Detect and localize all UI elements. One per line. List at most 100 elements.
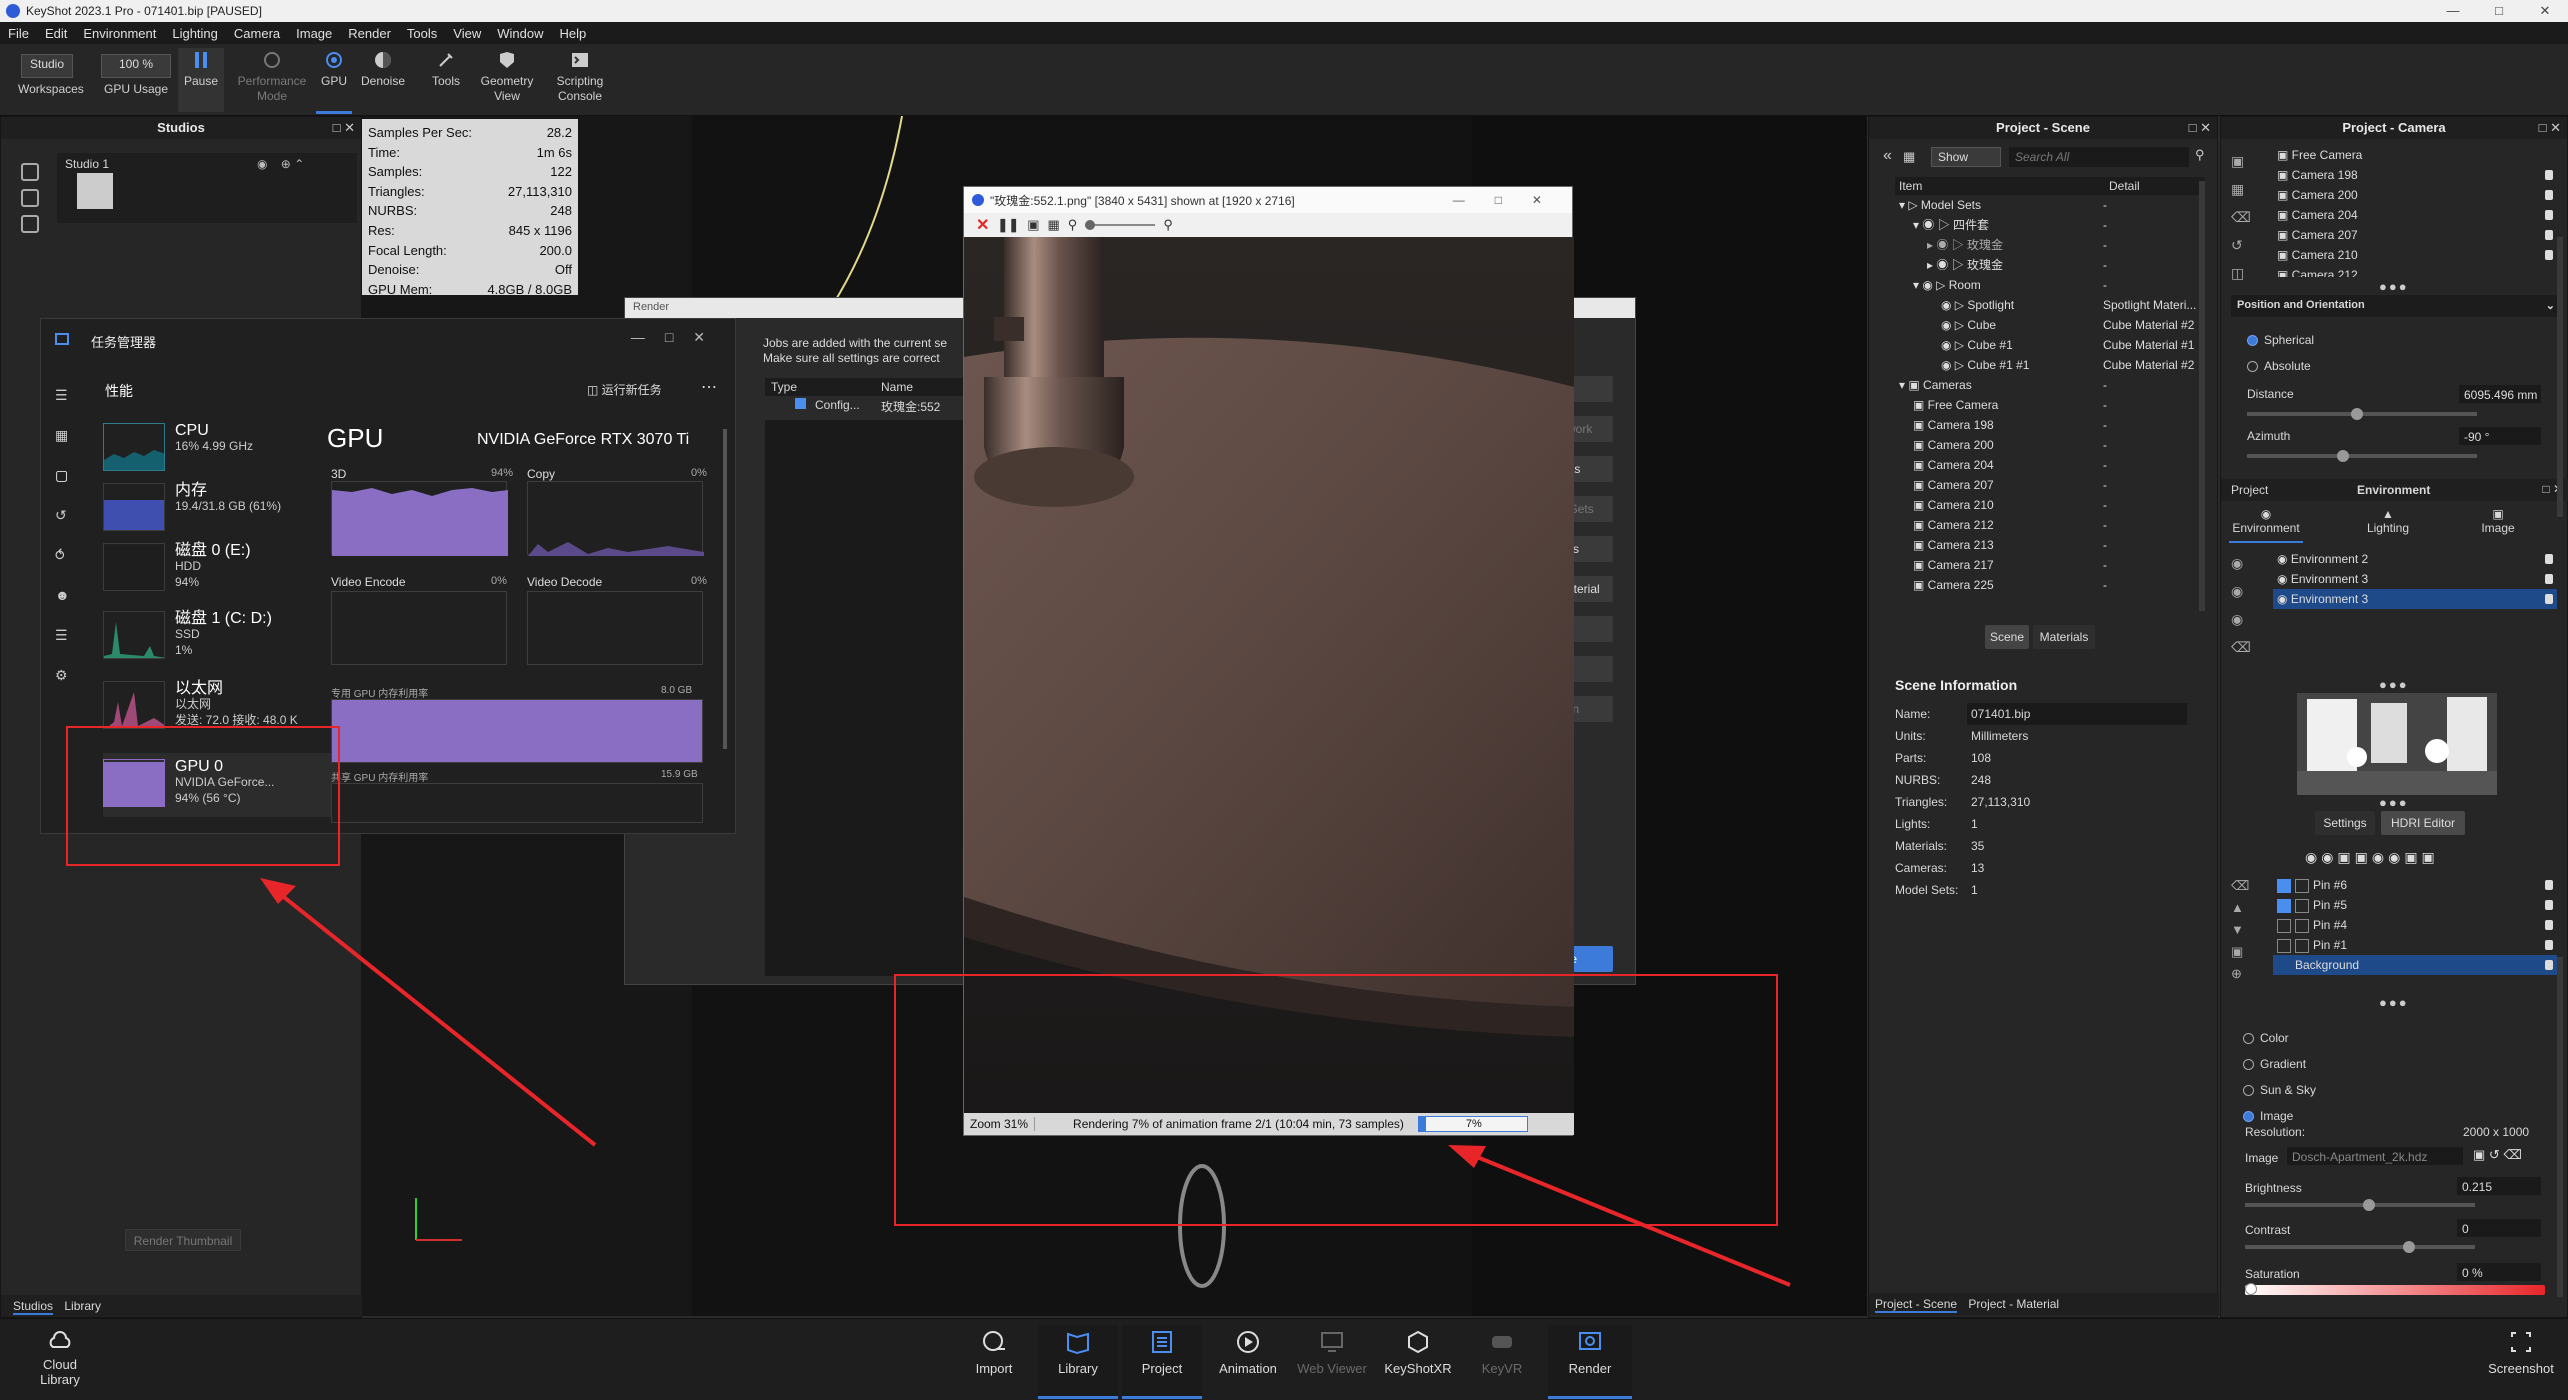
hierarchy-icon[interactable]: ▦ <box>1903 149 1915 165</box>
library-button[interactable]: Library <box>1038 1325 1118 1399</box>
env-scrollbar[interactable] <box>2557 957 2563 1297</box>
camera-item[interactable]: ▣ Camera 200 <box>2273 185 2557 205</box>
tree-row[interactable]: ◉ ▷ Cube #1 Cube Material #1 <box>1895 335 2205 355</box>
tree-row[interactable]: ◉ ▷ Cube #1 #1 Cube Material #2 <box>1895 355 2205 375</box>
delete-pin-icon[interactable]: ⌫ <box>2231 875 2251 897</box>
hdri-editor-tab[interactable]: HDRI Editor <box>2381 811 2465 835</box>
folder-icon[interactable]: ▣ <box>2231 941 2251 963</box>
background-item[interactable]: Background <box>2273 955 2557 975</box>
brightness-input[interactable]: 0.215 <box>2457 1177 2541 1195</box>
screenshot-button[interactable]: Screenshot <box>2478 1325 2564 1376</box>
camera-item[interactable]: ▣ Camera 207 <box>2273 225 2557 245</box>
tree-row[interactable]: ▣ Camera 207- <box>1895 475 2205 495</box>
absolute-radio[interactable]: Absolute <box>2247 359 2311 373</box>
collapse-icon[interactable]: « <box>1883 147 1892 165</box>
resize-handle[interactable]: ●●● <box>2379 279 2409 294</box>
tree-row[interactable]: ◉ ▷ Cube Cube Material #2 <box>1895 315 2205 335</box>
tab-project-material[interactable]: Project - Material <box>1968 1297 2059 1311</box>
camera-item[interactable]: ▣ Camera 212 <box>2273 265 2557 277</box>
panel-close-icon[interactable]: □ ✕ <box>2189 117 2211 139</box>
image-file-input[interactable]: Dosch-Apartment_2k.hdz <box>2287 1147 2463 1165</box>
contrast-slider[interactable] <box>2245 1241 2475 1253</box>
tab-materials[interactable]: Materials <box>2033 625 2095 649</box>
camera-item[interactable]: ▣ Camera 198 <box>2273 165 2557 185</box>
delete-camera-icon[interactable]: ⌫ <box>2231 203 2251 231</box>
target-icon[interactable]: ⊕ <box>2231 963 2251 985</box>
position-orientation-header[interactable]: Position and Orientation ⌄ <box>2231 295 2561 317</box>
pin-item[interactable]: Pin #1 <box>2273 935 2557 955</box>
environment-item-selected[interactable]: ◉ Environment 3 <box>2273 589 2557 609</box>
search-icon[interactable]: ⚲ <box>2195 147 2205 163</box>
camera-item[interactable]: ▣ Free Camera <box>2273 145 2557 165</box>
color-radio[interactable]: Color <box>2243 1025 2316 1051</box>
tab-scene[interactable]: Scene <box>1985 625 2029 649</box>
tab-project-scene[interactable]: Project - Scene <box>1875 1297 1958 1313</box>
tab-environment[interactable]: ◉ Environment <box>2229 503 2303 543</box>
tree-row[interactable]: ▾ ▷ Model Sets - <box>1895 195 2205 215</box>
hdri-toolbar-icons[interactable]: ◉◉▣▣◉◉▣▣ <box>2305 849 2439 866</box>
distance-slider[interactable] <box>2247 408 2477 420</box>
animation-button[interactable]: Animation <box>1208 1325 1288 1376</box>
add-camera-icon[interactable]: ▣ <box>2231 147 2251 175</box>
keyvr-button[interactable]: KeyVR <box>1462 1325 1542 1376</box>
project-label[interactable]: Project <box>2231 483 2268 497</box>
tree-row[interactable]: ▣ Camera 213- <box>1895 535 2205 555</box>
sun-sky-radio[interactable]: Sun & Sky <box>2243 1077 2316 1103</box>
saturation-input[interactable]: 0 % <box>2457 1263 2541 1281</box>
tree-row[interactable]: ▣ Camera 210- <box>1895 495 2205 515</box>
edit-environment-icon[interactable]: ◉ <box>2231 605 2251 633</box>
pin-item[interactable]: Pin #6 <box>2273 875 2557 895</box>
contrast-input[interactable]: 0 <box>2457 1219 2541 1237</box>
move-down-icon[interactable]: ▼ <box>2231 919 2251 941</box>
delete-environment-icon[interactable]: ⌫ <box>2231 633 2251 661</box>
save-camera-icon[interactable]: ◫ <box>2231 259 2251 287</box>
scene-search-input[interactable]: Search All <box>2009 147 2189 167</box>
keyshotxr-button[interactable]: KeyShotXR <box>1378 1325 1458 1376</box>
tree-row[interactable]: ▣ Free Camera - <box>1895 395 2205 415</box>
project-button[interactable]: Project <box>1122 1325 1202 1399</box>
tree-row[interactable]: ◉ ▷ Spotlight Spotlight Materi... <box>1895 295 2205 315</box>
duplicate-camera-icon[interactable]: ▦ <box>2231 175 2251 203</box>
tree-row[interactable]: ▾ ◉ ▷ 四件套 - <box>1895 215 2205 235</box>
resize-handle[interactable]: ●●● <box>2379 995 2409 1010</box>
tab-lighting[interactable]: ▲ Lighting <box>2351 503 2425 543</box>
render-button[interactable]: Render <box>1548 1325 1632 1399</box>
tree-row[interactable]: ▣ Camera 225- <box>1895 575 2205 595</box>
reset-camera-icon[interactable]: ↺ <box>2231 231 2251 259</box>
image-file-actions[interactable]: ▣ ↺ ⌫ <box>2473 1147 2522 1163</box>
camera-item[interactable]: ▣ Camera 210 <box>2273 245 2557 265</box>
panel-close-icon[interactable]: □ ✕ <box>2539 117 2561 139</box>
environment-item[interactable]: ◉ Environment 2 <box>2273 549 2557 569</box>
hdri-preview[interactable] <box>2297 693 2497 795</box>
web-viewer-button[interactable]: Web Viewer <box>1292 1325 1372 1376</box>
tree-row[interactable]: ▣ Camera 212- <box>1895 515 2205 535</box>
show-dropdown[interactable]: Show <box>1931 147 2001 167</box>
tree-row[interactable]: ▣ Camera 204- <box>1895 455 2205 475</box>
brightness-slider[interactable] <box>2245 1199 2475 1211</box>
move-up-icon[interactable]: ▲ <box>2231 897 2251 919</box>
environment-item[interactable]: ◉ Environment 3 <box>2273 569 2557 589</box>
resize-handle[interactable]: ●●● <box>2379 677 2409 692</box>
tree-row[interactable]: ▣ Camera 200- <box>1895 435 2205 455</box>
import-button[interactable]: Import <box>954 1325 1034 1376</box>
azimuth-input[interactable]: -90 ° <box>2459 427 2541 445</box>
settings-tab[interactable]: Settings <box>2315 811 2375 835</box>
tree-row[interactable]: ▾ ◉ ▷ Room - <box>1895 275 2205 295</box>
distance-input[interactable]: 6095.496 mm <box>2459 385 2541 403</box>
saturation-slider[interactable] <box>2245 1283 2545 1295</box>
duplicate-environment-icon[interactable]: ◉ <box>2231 577 2251 605</box>
right-panel-scrollbar[interactable] <box>2557 237 2563 517</box>
camera-item[interactable]: ▣ Camera 204 <box>2273 205 2557 225</box>
azimuth-slider[interactable] <box>2247 450 2477 462</box>
pin-item[interactable]: Pin #4 <box>2273 915 2557 935</box>
tab-image[interactable]: ▣ Image <box>2461 503 2535 543</box>
spherical-radio[interactable]: Spherical <box>2247 333 2314 347</box>
gradient-radio[interactable]: Gradient <box>2243 1051 2316 1077</box>
pin-item[interactable]: Pin #5 <box>2273 895 2557 915</box>
cloud-library-button[interactable]: Cloud Library <box>20 1325 100 1387</box>
tree-row[interactable]: ▸ ◉ ▷ 玫瑰金 - <box>1895 255 2205 275</box>
tree-row[interactable]: ▣ Camera 198- <box>1895 415 2205 435</box>
scene-tree-scrollbar[interactable] <box>2199 181 2205 611</box>
add-environment-icon[interactable]: ◉ <box>2231 549 2251 577</box>
resize-handle[interactable]: ●●● <box>2379 795 2409 810</box>
